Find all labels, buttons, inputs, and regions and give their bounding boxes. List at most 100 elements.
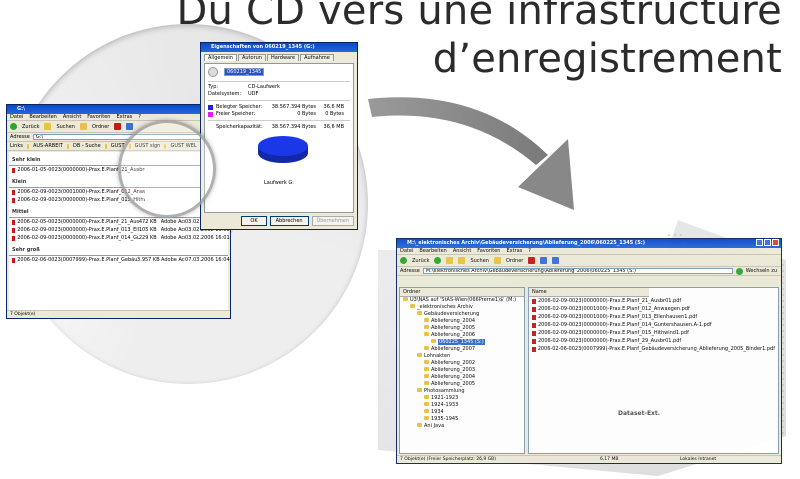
search-button[interactable]: Suchen bbox=[470, 258, 489, 264]
pdf-icon bbox=[12, 235, 16, 241]
tree-item[interactable]: _elektronisches Archiv bbox=[400, 304, 524, 311]
tree-item[interactable]: Ablieferung_2006 bbox=[400, 332, 524, 339]
file-name: 2006-02-06-0023(0007999)-Prax.E.Planf_Ge… bbox=[17, 257, 138, 263]
list-item[interactable]: 2006-02-09-0023(0000000)-Prax.E.Planf_01… bbox=[9, 234, 230, 242]
folders-button[interactable]: Ordner bbox=[506, 258, 523, 264]
tree-item[interactable]: U3\NAS auf 'StAS-Wien(066Prerne1)$' (M:) bbox=[400, 297, 524, 304]
folder-icon[interactable] bbox=[79, 123, 87, 130]
back-button[interactable]: Zurück bbox=[22, 124, 39, 130]
tree-item-label: Ablieferung_2003 bbox=[431, 367, 476, 373]
file-size: 3.957 KB bbox=[137, 257, 160, 263]
folders-button[interactable]: Ordner bbox=[92, 124, 109, 130]
back-icon[interactable] bbox=[400, 257, 407, 264]
menu-item[interactable]: Favoriten bbox=[87, 114, 110, 120]
tree-item[interactable]: 1921-1923 bbox=[400, 395, 524, 402]
address-input[interactable]: M:\elektronisches Archiv\Gebäudeversiche… bbox=[422, 268, 733, 274]
tab-2[interactable]: Hardware bbox=[266, 54, 300, 61]
properties-titlebar[interactable]: Eigenschaften von 060219_1345 (G:) bbox=[201, 43, 357, 52]
link-item[interactable]: AUS-ARBEIT bbox=[33, 143, 63, 149]
right-window-titlebar[interactable]: M:\_elektronisches Archiv\Gebäudeversich… bbox=[397, 239, 781, 248]
list-item[interactable]: 2006-02-09-0023(0001000)-Prax.E.Planf_01… bbox=[529, 313, 778, 321]
pdf-icon bbox=[532, 346, 536, 352]
drive-label-input[interactable]: 060219_1345 bbox=[224, 68, 265, 76]
close-icon[interactable] bbox=[772, 239, 779, 246]
views-icon[interactable] bbox=[126, 123, 134, 130]
menu-item[interactable]: Favoriten bbox=[477, 248, 500, 254]
go-icon[interactable] bbox=[735, 267, 743, 275]
menu-item[interactable]: Bearbeiten bbox=[29, 114, 56, 120]
ok-button[interactable]: OK bbox=[241, 216, 267, 226]
search-icon[interactable] bbox=[458, 257, 466, 264]
link-item: Links bbox=[10, 143, 23, 149]
group-header[interactable]: Sehr groß bbox=[9, 245, 228, 256]
tree-item[interactable]: Photosammlung bbox=[400, 388, 524, 395]
apply-button[interactable]: Übernehmen bbox=[311, 216, 354, 226]
menu-item[interactable]: Extras bbox=[116, 114, 132, 120]
tree-item[interactable]: Ablieferung_2004 bbox=[400, 318, 524, 325]
list-item[interactable]: 2006-02-09-0023(0001000)-Prax.E.Planf_01… bbox=[529, 305, 778, 313]
tab-0[interactable]: Allgemein bbox=[204, 54, 237, 61]
menu-item[interactable]: ? bbox=[528, 248, 531, 254]
tab-1[interactable]: Autorun bbox=[237, 54, 266, 61]
tree-item[interactable]: 1924-1933 bbox=[400, 402, 524, 409]
tree-item[interactable]: Ablieferung_2005 bbox=[400, 381, 524, 388]
tree-item-label: U3\NAS auf 'StAS-Wien(066Prerne1)$' (M:) bbox=[410, 297, 517, 303]
cancel-button[interactable]: Abbrechen bbox=[269, 216, 309, 226]
menu-item[interactable]: Datei bbox=[10, 114, 23, 120]
list-item[interactable]: 2006-02-09-0023(0000000)-Prax.E.Planf_01… bbox=[529, 329, 778, 337]
tree-item[interactable]: 1934 bbox=[400, 409, 524, 416]
address-label: Adresse bbox=[10, 134, 30, 140]
go-button[interactable]: Wechseln zu bbox=[746, 268, 777, 274]
list-item[interactable]: 2006-02-06-0023(0007999)-Prax.E.Planf_Ge… bbox=[529, 345, 778, 353]
tree-item[interactable]: Ablieferung_2007 bbox=[400, 346, 524, 353]
search-icon[interactable] bbox=[44, 123, 52, 130]
folder-icon bbox=[424, 332, 429, 336]
views-icon[interactable] bbox=[552, 257, 560, 264]
list-item[interactable]: 2006-02-09-0023(0000000)-Prax.E.Planf_21… bbox=[529, 297, 778, 305]
list-item[interactable]: 2006-02-05-0023(0000000)-Prax.E.Planf_21… bbox=[9, 218, 230, 226]
minimize-icon[interactable] bbox=[756, 239, 763, 246]
folder-icon[interactable] bbox=[493, 257, 501, 264]
menu-item[interactable]: Extras bbox=[506, 248, 522, 254]
maximize-icon[interactable] bbox=[764, 239, 771, 246]
folder-icon bbox=[424, 402, 429, 406]
menu-item[interactable]: Bearbeiten bbox=[419, 248, 446, 254]
pie-used-slice bbox=[258, 136, 308, 156]
link-item[interactable]: DB - Suche bbox=[73, 143, 101, 149]
tree-item[interactable]: 1935-1945 bbox=[400, 416, 524, 423]
delete-icon[interactable] bbox=[528, 257, 536, 264]
delete-icon[interactable] bbox=[114, 123, 122, 130]
back-icon[interactable] bbox=[10, 123, 17, 130]
folder-icon bbox=[424, 374, 429, 378]
menu-item[interactable]: Ansicht bbox=[63, 114, 81, 120]
folder-icon bbox=[403, 297, 408, 301]
tree-item[interactable]: 060225_1345 (S:) bbox=[400, 339, 524, 346]
tree-item[interactable]: Ablieferung_2004 bbox=[400, 374, 524, 381]
list-item[interactable]: 2006-02-06-0023(0007999)-Prax.E.Planf_Ge… bbox=[9, 256, 230, 264]
forward-icon[interactable] bbox=[434, 257, 442, 264]
list-item[interactable]: 2006-02-09-0023(0000000)-Prax.E.Planf_01… bbox=[529, 321, 778, 329]
menu-item[interactable]: ? bbox=[138, 114, 141, 120]
list-item[interactable]: 2006-02-09-0023(0000000)-Prax.E.Planf_01… bbox=[9, 226, 230, 234]
undo-icon[interactable] bbox=[540, 257, 548, 264]
pdf-icon bbox=[12, 197, 16, 203]
menu-item[interactable]: Ansicht bbox=[453, 248, 471, 254]
folder-icon bbox=[417, 388, 422, 392]
tree-item[interactable]: Lohnakten bbox=[400, 353, 524, 360]
tab-3[interactable]: Aufnahme bbox=[300, 54, 334, 61]
tree-item[interactable]: Ablieferung_2002 bbox=[400, 360, 524, 367]
pdf-icon bbox=[532, 298, 536, 304]
list-item[interactable]: 2006-02-09-0023(0000000)-Prax.E.Planf_29… bbox=[529, 337, 778, 345]
left-window-titlebar[interactable]: G:\ bbox=[7, 105, 230, 114]
tree-item[interactable]: Ablieferung_2003 bbox=[400, 367, 524, 374]
tree-item[interactable]: Ablieferung_2005 bbox=[400, 325, 524, 332]
menu-item[interactable]: Datei bbox=[400, 248, 413, 254]
address-label: Adresse bbox=[400, 268, 420, 274]
tree-item[interactable]: Gebäudeversicherung bbox=[400, 311, 524, 318]
capacity-label: Speicherkapazität: bbox=[216, 124, 263, 130]
up-folder-icon[interactable] bbox=[446, 257, 454, 264]
tree-item[interactable]: Ani Java bbox=[400, 423, 524, 430]
search-button[interactable]: Suchen bbox=[56, 124, 75, 130]
back-button[interactable]: Zurück bbox=[412, 258, 429, 264]
name-column-header[interactable]: Name bbox=[529, 288, 649, 297]
